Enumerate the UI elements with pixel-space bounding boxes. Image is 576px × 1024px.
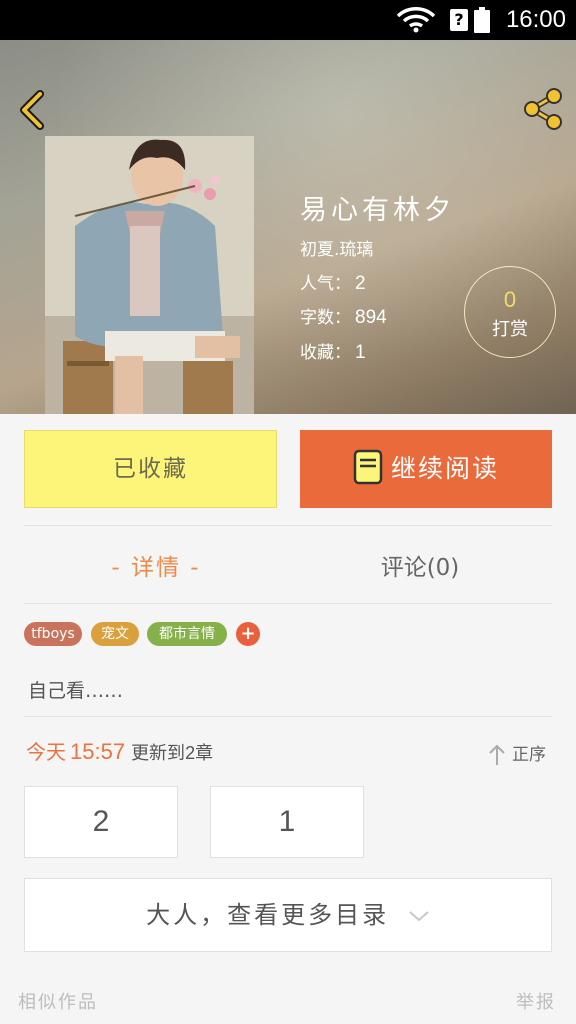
divider (24, 603, 552, 604)
word-count-value: 894 (355, 307, 387, 328)
battery-icon (474, 7, 490, 33)
clock: 16:00 (505, 6, 566, 33)
tip-label: 打赏 (492, 319, 528, 340)
popularity-value: 2 (355, 273, 366, 294)
book-intro: 自己看…… (28, 680, 124, 702)
update-info: 今天 15:57 更新到2章 (26, 736, 213, 765)
tab-detail[interactable]: - 详情 - (24, 548, 288, 582)
more-catalog-button[interactable]: 大人，查看更多目录 (24, 878, 552, 952)
favorited-button[interactable]: 已收藏 (24, 430, 277, 508)
book-title: 易心有林夕 (300, 195, 455, 226)
tag-pet-romance[interactable]: 宠文 (91, 622, 139, 646)
update-count: 2 (185, 743, 196, 763)
chapter-item[interactable]: 1 (210, 786, 364, 858)
word-count-stat: 字数： 894 (300, 303, 387, 329)
more-catalog-label: 大人，查看更多目录 (146, 901, 390, 929)
update-time: 15:57 (70, 739, 126, 764)
book-header: 易心有林夕 初夏.琉璃 人气： 2 字数： 894 收藏： 1 0 打赏 (0, 40, 576, 414)
update-suffix: 章 (195, 743, 214, 764)
continue-reading-button[interactable]: 继续阅读 (300, 430, 552, 508)
favorites-stat: 收藏： 1 (300, 338, 366, 364)
divider (24, 716, 552, 717)
tip-count: 0 (503, 287, 517, 312)
cover-portrait-image (45, 136, 254, 414)
popularity-label: 人气： (300, 274, 351, 294)
similar-works-label: 相似作品 (18, 992, 98, 1013)
wifi-icon (396, 7, 436, 37)
sort-order-button[interactable]: 正序 (488, 740, 546, 766)
report-link[interactable]: 举报 (516, 988, 556, 1014)
tip-button[interactable]: 0 打赏 (464, 266, 556, 358)
status-bar: ? 16:00 (0, 0, 576, 40)
favorites-label: 收藏： (300, 343, 351, 363)
chevron-down-icon (409, 911, 429, 922)
share-button[interactable] (520, 86, 566, 132)
tab-comments[interactable]: 评论(0) (288, 548, 552, 582)
divider (24, 525, 552, 526)
tag-urban-romance[interactable]: 都市言情 (147, 622, 227, 646)
popularity-stat: 人气： 2 (300, 269, 366, 295)
book-cover[interactable] (45, 136, 254, 414)
sort-order-label: 正序 (512, 745, 546, 765)
update-prefix: 更新到 (131, 743, 186, 764)
continue-reading-label: 继续阅读 (390, 454, 499, 483)
tag-tfboys[interactable]: tfboys (24, 622, 82, 646)
share-icon (524, 88, 562, 130)
favorites-value: 1 (355, 342, 366, 363)
update-day: 今天 (26, 740, 66, 764)
chevron-left-icon (20, 90, 44, 130)
chapter-item[interactable]: 2 (24, 786, 178, 858)
sim-icon: ? (450, 9, 468, 31)
arrow-up-icon (489, 744, 505, 765)
add-tag-button[interactable]: + (236, 622, 260, 646)
book-icon (353, 449, 383, 485)
word-count-label: 字数： (300, 308, 351, 328)
back-button[interactable] (14, 88, 50, 132)
book-author: 初夏.琉璃 (300, 240, 374, 260)
